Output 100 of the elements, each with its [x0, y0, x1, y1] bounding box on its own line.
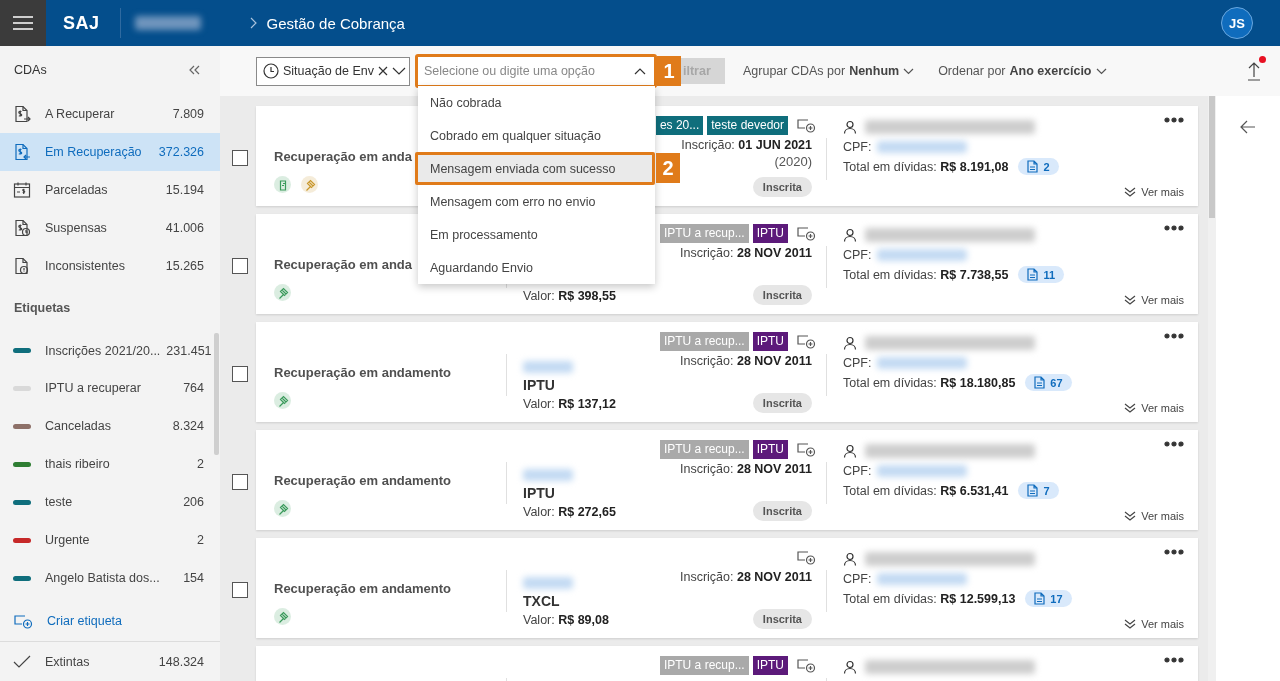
see-more-link[interactable]: Ver mais [1124, 294, 1184, 306]
tax-type: IPTU [523, 377, 556, 393]
menu-icon [12, 15, 34, 31]
status-title: Recuperação em andamento [274, 473, 451, 488]
tag[interactable]: es 20... [655, 115, 704, 135]
checkbox[interactable] [232, 258, 248, 274]
see-more-link[interactable]: Ver mais [1124, 510, 1184, 522]
amount-text: Valor: R$ 398,55 [523, 289, 617, 303]
see-more-link[interactable]: Ver mais [1124, 186, 1184, 198]
document-alert-icon [13, 256, 31, 275]
chevron-down-icon [903, 67, 915, 75]
status-title: Recuperação em andamento [274, 365, 451, 380]
document-dollar-icon [13, 142, 31, 161]
double-chevron-icon [1124, 402, 1137, 414]
amount-text: Valor: R$ 272,65 [523, 505, 617, 519]
document-count[interactable]: 17 [1025, 590, 1072, 607]
label-item[interactable]: Urgente 2 [0, 521, 220, 560]
menu-button[interactable] [0, 0, 46, 46]
checkbox[interactable] [232, 582, 248, 598]
tax-type: TXCL [523, 593, 561, 609]
registration-date: Inscrição: 28 NOV 2011 [679, 246, 812, 260]
status-title: Recuperação em anda [274, 149, 412, 164]
cpf-label: CPF: [843, 140, 872, 154]
callout-badge: 1 [657, 56, 681, 86]
double-chevron-icon [1124, 186, 1137, 198]
calendar-dollar-icon [13, 180, 31, 199]
add-tag-icon [796, 441, 816, 457]
sidebar-item[interactable]: Suspensas 41.006 [0, 208, 220, 247]
menu-option[interactable]: Aguardando Envio [418, 251, 655, 284]
document-count[interactable]: 11 [1018, 266, 1065, 283]
document-icon [1027, 484, 1039, 497]
combo-box[interactable]: Selecione ou digite uma opção [415, 54, 657, 88]
tax-type: IPTU [523, 485, 556, 501]
label-item[interactable]: Inscrições 2021/20... 231.451 [0, 331, 220, 370]
add-tag-icon [796, 225, 816, 241]
registration-date: Inscrição: 28 NOV 2011 [679, 570, 812, 584]
scrollbar-thumb[interactable] [214, 333, 219, 455]
see-more-link[interactable]: Ver mais [1124, 402, 1184, 414]
tag[interactable]: IPTU [752, 655, 788, 675]
cpf-label: CPF: [843, 248, 872, 262]
status-pill: Inscrita [752, 393, 812, 413]
tag[interactable]: IPTU [752, 223, 788, 243]
menu-option[interactable]: Mensagem com erro no envio [418, 185, 655, 218]
document-dollar-icon [13, 104, 31, 123]
filter-chip[interactable]: Situação de Env [256, 56, 410, 86]
label-item[interactable]: teste 206 [0, 483, 220, 522]
document-icon [1027, 268, 1039, 281]
scrollbar-thumb[interactable] [1209, 96, 1215, 218]
label-item[interactable]: Angelo Batista dos... 154 [0, 559, 220, 598]
checkbox[interactable] [232, 474, 248, 490]
status-pill: Inscrita [752, 501, 812, 521]
person-icon [843, 443, 857, 458]
document-count[interactable]: 67 [1025, 374, 1072, 391]
user-avatar[interactable]: JS [1221, 7, 1253, 39]
sidebar-item[interactable]: Extintas 148.324 [0, 642, 220, 681]
sidebar-item[interactable]: Parceladas 15.194 [0, 170, 220, 209]
app-logo[interactable]: SAJ [63, 12, 100, 34]
label-item[interactable]: IPTU a recuperar 764 [0, 369, 220, 408]
collapse-icon [188, 64, 200, 77]
section-title: Etiquetas [13, 300, 72, 318]
registration-date: Inscrição: 28 NOV 2011 [679, 354, 812, 368]
add-tag-icon [796, 657, 816, 673]
group-by-dropdown[interactable]: Agrupar CDAs por Nenhum [743, 64, 915, 78]
person-icon [843, 335, 857, 350]
add-tag-icon [796, 549, 816, 565]
more-icon [1164, 225, 1184, 231]
sidebar-item[interactable]: Inconsistentes 15.265 [0, 246, 220, 285]
total-debt: Total em dívidas: R$ 6.531,41 [843, 483, 1009, 498]
checkbox[interactable] [232, 366, 248, 382]
person-icon [843, 551, 857, 566]
menu-option[interactable]: Não cobrada [418, 86, 655, 119]
add-tag-icon [796, 333, 816, 349]
document-count[interactable]: 2 [1018, 158, 1059, 175]
total-debt: Total em dívidas: R$ 18.180,85 [843, 375, 1016, 390]
add-tag-icon [796, 117, 816, 133]
amount-text: Valor: R$ 89,08 [523, 613, 610, 627]
label-item[interactable]: thais ribeiro 2 [0, 445, 220, 484]
page-title: Gestão de Cobrança [266, 14, 405, 32]
tag[interactable]: teste devedor [707, 115, 788, 135]
more-icon [1164, 441, 1184, 447]
sidebar-item[interactable]: A Recuperar 7.809 [0, 94, 220, 133]
document-icon [1034, 376, 1046, 389]
create-label-link[interactable]: Criar etiqueta [0, 601, 220, 643]
menu-option[interactable]: Cobrado em qualquer situação [418, 119, 655, 152]
menu-option[interactable]: Em processamento [418, 218, 655, 251]
cpf-label: CPF: [843, 356, 872, 370]
sidebar-item[interactable]: Em Recuperação 372.326 [0, 132, 220, 171]
total-debt: Total em dívidas: R$ 12.599,13 [843, 591, 1016, 606]
document-clock-icon [13, 218, 31, 237]
checkbox[interactable] [232, 150, 248, 166]
year-text: (2020) [774, 154, 812, 169]
more-icon [1164, 549, 1184, 555]
label-item[interactable]: Canceladas 8.324 [0, 407, 220, 446]
see-more-link[interactable]: Ver mais [1124, 618, 1184, 630]
tag[interactable]: IPTU [752, 331, 788, 351]
more-icon [1164, 333, 1184, 339]
document-count[interactable]: 7 [1018, 482, 1059, 499]
document-icon [1034, 592, 1046, 605]
sort-dropdown[interactable]: Ordenar por Ano exercício [938, 64, 1107, 78]
tag[interactable]: IPTU [752, 439, 788, 459]
